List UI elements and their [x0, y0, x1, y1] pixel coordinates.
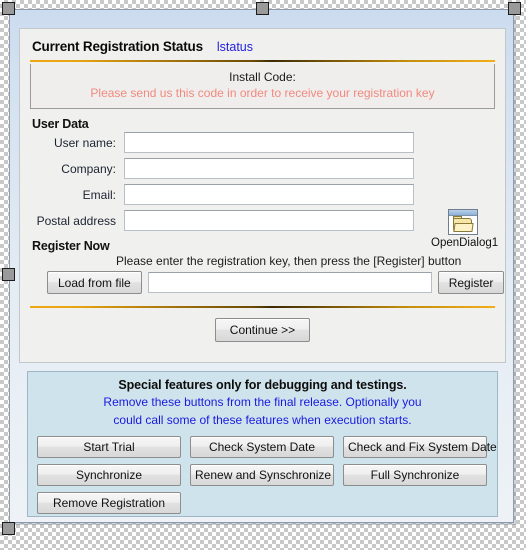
continue-area: Continue >>: [20, 308, 505, 342]
field-row-company: Company:: [20, 158, 505, 179]
designer-canvas: Current Registration Status lstatus Inst…: [0, 0, 526, 550]
field-row-email: Email:: [20, 184, 505, 205]
install-code-label: Install Code:: [229, 70, 296, 84]
open-dialog-component[interactable]: OpenDialog1: [431, 209, 499, 249]
debug-button-grid: Start Trial Check System Date Check and …: [28, 436, 497, 514]
registration-key-input[interactable]: [147, 272, 432, 293]
synchronize-button[interactable]: Synchronize: [37, 464, 181, 486]
debug-panel-title: Special features only for debugging and …: [118, 378, 407, 392]
selection-handle-middle-left[interactable]: [2, 268, 15, 281]
gold-divider-top: [30, 60, 495, 62]
username-label: User name:: [53, 135, 116, 150]
debug-button-row-1: Start Trial Check System Date Check and …: [37, 436, 497, 458]
company-label: Company:: [61, 161, 116, 176]
company-input[interactable]: [124, 158, 414, 179]
start-trial-button[interactable]: Start Trial: [37, 436, 181, 458]
remove-registration-button[interactable]: Remove Registration: [37, 492, 181, 514]
load-from-file-button[interactable]: Load from file: [47, 271, 142, 294]
status-label: lstatus: [216, 40, 254, 54]
form-header: Current Registration Status lstatus: [20, 29, 505, 60]
postal-address-input[interactable]: [124, 210, 414, 231]
register-row: Load from file Register: [47, 271, 505, 294]
selection-handle-top-center[interactable]: [256, 2, 269, 15]
user-data-caption: User Data: [32, 117, 89, 131]
registration-form-window: Current Registration Status lstatus Inst…: [9, 9, 514, 523]
selection-handle-bottom-left[interactable]: [2, 522, 15, 535]
continue-button[interactable]: Continue >>: [215, 318, 310, 342]
open-dialog-label: OpenDialog1: [431, 237, 499, 249]
selection-handle-top-right[interactable]: [508, 2, 521, 15]
renew-and-synchronize-button[interactable]: Renew and Synschronize: [190, 464, 334, 486]
folder-open-dialog-icon: [448, 209, 478, 235]
postal-address-label: Postal address: [36, 213, 116, 228]
email-label: Email:: [82, 187, 116, 202]
field-row-username: User name:: [20, 132, 505, 153]
selection-handle-top-left[interactable]: [2, 2, 15, 15]
debug-features-panel: Special features only for debugging and …: [27, 371, 498, 517]
debug-panel-note-line1: Remove these buttons from the final rele…: [103, 395, 422, 409]
install-code-note: Please send us this code in order to rec…: [90, 86, 435, 100]
debug-panel-note-line2: could call some of these features when e…: [113, 413, 412, 427]
check-system-date-button[interactable]: Check System Date: [190, 436, 334, 458]
folder-glyph: [453, 216, 474, 232]
register-button[interactable]: Register: [437, 271, 505, 294]
debug-button-row-3: Remove Registration: [37, 492, 497, 514]
full-synchronize-button[interactable]: Full Synchronize: [343, 464, 487, 486]
username-input[interactable]: [124, 132, 414, 153]
debug-button-row-2: Synchronize Renew and Synschronize Full …: [37, 464, 497, 486]
install-code-box: Install Code: Please send us this code i…: [30, 64, 495, 109]
check-and-fix-system-date-button[interactable]: Check and Fix System Date: [343, 436, 497, 458]
register-hint: Please enter the registration key, then …: [116, 254, 462, 268]
content-panel: Current Registration Status lstatus Inst…: [19, 28, 506, 363]
email-input[interactable]: [124, 184, 414, 205]
page-title: Current Registration Status: [32, 39, 203, 54]
